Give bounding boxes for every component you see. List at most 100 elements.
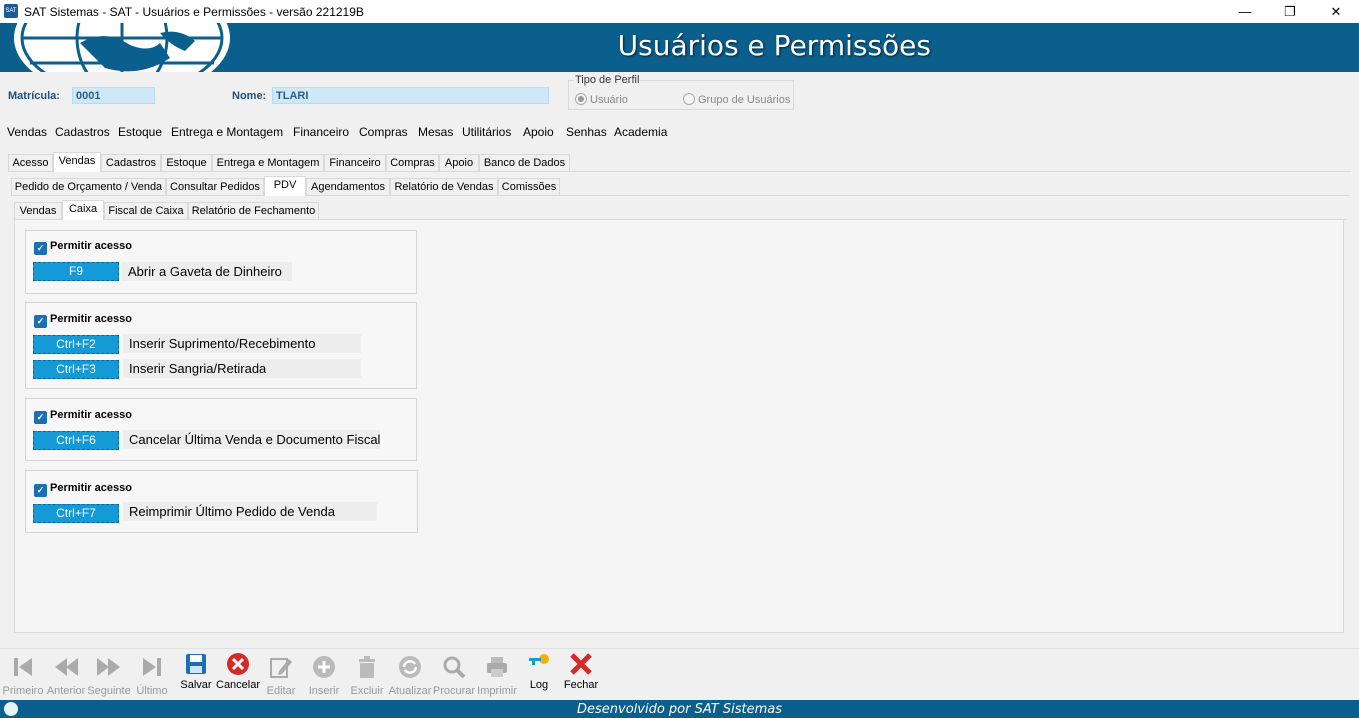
tab-banco-de-dados[interactable]: Banco de Dados — [479, 154, 570, 171]
radio-unselected-icon — [683, 93, 695, 105]
imprimir-label: Imprimir — [477, 685, 517, 697]
permitir-acesso-label: Permitir acesso — [50, 482, 132, 494]
shortcut-key: Ctrl+F2 — [33, 335, 119, 354]
menu-senhas[interactable]: Senhas — [566, 125, 607, 139]
tab-relatorio-fechamento[interactable]: Relatório de Fechamento — [188, 202, 319, 219]
menu-estoque[interactable]: Estoque — [118, 125, 162, 139]
atualizar-label: Atualizar — [388, 685, 432, 697]
excluir-button[interactable]: Excluir — [345, 655, 389, 701]
editar-button[interactable]: Editar — [259, 655, 303, 701]
edit-icon — [270, 658, 292, 678]
tab-pedido-orcamento[interactable]: Pedido de Orçamento / Venda — [11, 178, 166, 195]
permitir-acesso-label: Permitir acesso — [50, 409, 132, 421]
shortcut-key: Ctrl+F6 — [33, 431, 119, 450]
menu-apoio[interactable]: Apoio — [523, 125, 554, 139]
menu-entrega-montagem[interactable]: Entrega e Montagem — [171, 125, 283, 139]
radio-selected-icon — [575, 93, 587, 105]
menu-academia[interactable]: Academia — [614, 125, 667, 139]
close-window-button[interactable]: ✕ — [1313, 0, 1359, 23]
shortcut-key: Ctrl+F7 — [33, 504, 119, 523]
fechar-button[interactable]: Fechar — [559, 653, 603, 701]
refresh-icon — [399, 656, 421, 678]
main-menu: Vendas Cadastros Estoque Entrega e Monta… — [0, 121, 1359, 143]
menu-mesas[interactable]: Mesas — [418, 125, 453, 139]
radio-grupo-label: Grupo de Usuários — [698, 94, 791, 106]
tab-entrega-montagem[interactable]: Entrega e Montagem — [212, 154, 324, 171]
shortcut-description: Inserir Sangria/Retirada — [123, 359, 361, 378]
cancelar-button[interactable]: Cancelar — [216, 653, 261, 701]
procurar-label: Procurar — [432, 685, 476, 697]
radio-grupo-usuarios[interactable]: Grupo de Usuários — [683, 93, 790, 106]
checkbox-checked-icon: ✓ — [34, 484, 47, 497]
nome-field[interactable]: TLARI — [272, 87, 549, 104]
tab-fiscal-caixa[interactable]: Fiscal de Caixa — [104, 202, 188, 219]
menu-compras[interactable]: Compras — [359, 125, 408, 139]
permission-group-suprimento-sangria: ✓ Permitir acesso Ctrl+F2 Inserir Suprime… — [25, 302, 417, 389]
ultimo-button[interactable]: Último — [130, 655, 174, 701]
primeiro-button[interactable]: Primeiro — [1, 655, 45, 701]
header-banner: Usuários e Permissões — [0, 23, 1359, 72]
tipo-perfil-legend: Tipo de Perfil — [574, 74, 641, 86]
menu-utilitarios[interactable]: Utilitários — [462, 125, 511, 139]
search-icon — [443, 656, 466, 679]
permitir-acesso-checkbox[interactable]: ✓ Permitir acesso — [34, 482, 132, 497]
matricula-field[interactable]: 0001 — [72, 87, 155, 104]
shortcut-description: Abrir a Gaveta de Dinheiro — [122, 262, 292, 281]
tab-agendamentos[interactable]: Agendamentos — [306, 178, 390, 195]
last-record-icon — [143, 658, 161, 676]
cancelar-label: Cancelar — [216, 679, 261, 691]
printer-icon — [487, 657, 507, 677]
seguinte-button[interactable]: Seguinte — [87, 655, 131, 701]
menu-cadastros[interactable]: Cadastros — [55, 125, 110, 139]
tab-relatorio-vendas[interactable]: Relatório de Vendas — [390, 178, 498, 195]
tab-apoio[interactable]: Apoio — [439, 154, 479, 171]
menu-vendas[interactable]: Vendas — [7, 125, 47, 139]
permitir-acesso-checkbox[interactable]: ✓ Permitir acesso — [34, 409, 132, 424]
matricula-label: Matrícula: — [8, 90, 60, 102]
inserir-label: Inserir — [308, 685, 340, 697]
fechar-label: Fechar — [563, 679, 599, 691]
menu-financeiro[interactable]: Financeiro — [293, 125, 349, 139]
minimize-button[interactable]: — — [1222, 0, 1268, 23]
tab-sub-vendas[interactable]: Vendas — [14, 202, 62, 219]
ultimo-label: Último — [136, 685, 168, 697]
salvar-button[interactable]: Salvar — [174, 654, 218, 701]
radio-usuario[interactable]: Usuário — [575, 93, 628, 106]
tab-cadastros[interactable]: Cadastros — [101, 154, 161, 171]
tipo-perfil-group: Tipo de Perfil Usuário Grupo de Usuários — [568, 74, 794, 110]
next-record-icon — [97, 658, 120, 676]
close-icon — [570, 653, 592, 675]
salvar-label: Salvar — [180, 679, 212, 691]
window-title: SAT Sistemas - SAT - Usuários e Permissõ… — [24, 5, 364, 19]
tab-caixa[interactable]: Caixa — [62, 200, 104, 220]
excluir-label: Excluir — [350, 685, 384, 697]
anterior-button[interactable]: Anterior — [44, 655, 88, 701]
permission-group-gaveta: ✓ Permitir acesso F9 Abrir a Gaveta de Di… — [25, 230, 417, 294]
imprimir-button[interactable]: Imprimir — [475, 655, 519, 701]
tabs-level2: Pedido de Orçamento / Venda Consultar Pe… — [0, 176, 1359, 196]
tab-financeiro[interactable]: Financeiro — [324, 154, 386, 171]
restore-button[interactable]: ❐ — [1267, 0, 1313, 23]
inserir-button[interactable]: Inserir — [302, 655, 346, 701]
tab-comissoes[interactable]: Comissões — [498, 178, 560, 195]
tab-vendas[interactable]: Vendas — [53, 152, 101, 172]
log-button[interactable]: Log — [517, 654, 561, 701]
atualizar-button[interactable]: Atualizar — [388, 655, 432, 701]
key-log-icon — [529, 654, 549, 665]
globe-logo-icon — [14, 23, 230, 72]
bottom-toolbar: Primeiro Anterior Seguinte Último Salvar… — [0, 648, 1359, 701]
radio-usuario-label: Usuário — [590, 94, 628, 106]
shortcut-description: Reimprimir Último Pedido de Venda — [123, 502, 377, 521]
procurar-button[interactable]: Procurar — [432, 655, 476, 701]
permitir-acesso-checkbox[interactable]: ✓ Permitir acesso — [34, 313, 132, 328]
tab-estoque[interactable]: Estoque — [161, 154, 212, 171]
permitir-acesso-checkbox[interactable]: ✓ Permitir acesso — [34, 240, 132, 255]
tab-pdv[interactable]: PDV — [264, 176, 306, 196]
tab-consultar-pedidos[interactable]: Consultar Pedidos — [166, 178, 264, 195]
tabs-level3: Vendas Caixa Fiscal de Caixa Relatório d… — [0, 200, 1359, 220]
permitir-acesso-label: Permitir acesso — [50, 313, 132, 325]
footer-bar: Desenvolvido por SAT Sistemas — [0, 700, 1359, 718]
nome-label: Nome: — [232, 90, 267, 102]
tab-compras[interactable]: Compras — [386, 154, 439, 171]
tab-acesso[interactable]: Acesso — [8, 154, 53, 171]
